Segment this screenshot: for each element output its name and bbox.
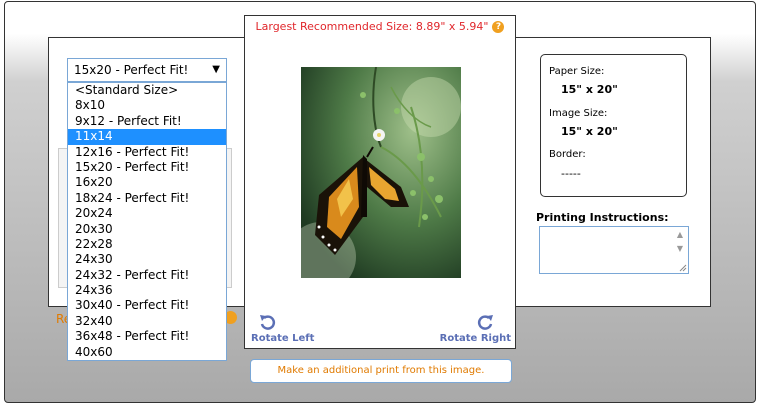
rotate-right-label: Rotate Right	[439, 333, 511, 344]
size-option[interactable]: 11x14	[68, 129, 226, 145]
preview-panel: Largest Recommended Size: 8.89" x 5.94"?	[244, 15, 516, 349]
printing-instructions-label: Printing Instructions:	[536, 211, 669, 224]
additional-print-button[interactable]: Make an additional print from this image…	[250, 359, 512, 383]
size-option[interactable]: 24x32 - Perfect Fit!	[68, 268, 226, 283]
printing-instructions-input[interactable]	[539, 226, 689, 274]
border-label: Border:	[549, 149, 586, 160]
rotate-left-icon	[260, 315, 276, 330]
size-option[interactable]: 15x20 - Perfect Fit!	[68, 160, 226, 175]
size-option[interactable]: 30x40 - Perfect Fit!	[68, 298, 226, 313]
size-option[interactable]: 40x60	[68, 345, 226, 360]
size-option[interactable]: 24x36	[68, 283, 226, 298]
size-option[interactable]: 20x24	[68, 206, 226, 221]
size-info-box: Paper Size: 15" x 20" Image Size: 15" x …	[540, 54, 687, 197]
rotate-right-icon	[477, 315, 493, 330]
size-option[interactable]: 36x48 - Perfect Fit!	[68, 329, 226, 344]
size-option[interactable]: 9x12 - Perfect Fit!	[68, 114, 226, 129]
border-value: -----	[561, 167, 581, 180]
help-icon[interactable]: ?	[492, 21, 505, 33]
size-option[interactable]: 12x16 - Perfect Fit!	[68, 145, 226, 160]
image-size-label: Image Size:	[549, 108, 608, 119]
photo-preview	[301, 67, 461, 278]
rotate-right-button[interactable]: Rotate Right	[440, 313, 511, 344]
image-size-value: 15" x 20"	[561, 125, 618, 138]
size-option[interactable]: 8x10	[68, 98, 226, 113]
recommended-size: Largest Recommended Size: 8.89" x 5.94"?	[245, 20, 515, 33]
resize-grip-icon[interactable]	[677, 262, 687, 272]
rotate-left-label: Rotate Left	[251, 333, 315, 344]
size-option[interactable]: 22x28	[68, 237, 226, 252]
size-option[interactable]: <Standard Size>	[68, 83, 226, 98]
scroll-down-icon[interactable]: ▼	[674, 243, 686, 255]
size-option[interactable]: 20x30	[68, 222, 226, 237]
recommended-size-text: Largest Recommended Size: 8.89" x 5.94"	[255, 20, 489, 33]
chevron-down-icon: ▼	[212, 64, 220, 75]
scroll-up-icon[interactable]: ▲	[674, 229, 686, 241]
size-select[interactable]: 15x20 - Perfect Fit! ▼	[67, 58, 227, 82]
size-select-value: 15x20 - Perfect Fit!	[74, 63, 189, 77]
butterfly-photo	[301, 67, 461, 278]
size-option[interactable]: 16x20	[68, 175, 226, 190]
size-option[interactable]: 24x30	[68, 252, 226, 267]
paper-size-value: 15" x 20"	[561, 83, 618, 96]
size-option[interactable]: 18x24 - Perfect Fit!	[68, 191, 226, 206]
paper-size-label: Paper Size:	[549, 66, 605, 77]
size-option[interactable]: 32x40	[68, 314, 226, 329]
size-dropdown-list[interactable]: <Standard Size> 8x10 9x12 - Perfect Fit! 11…	[67, 82, 227, 361]
rotate-left-button[interactable]: Rotate Left	[251, 313, 314, 344]
